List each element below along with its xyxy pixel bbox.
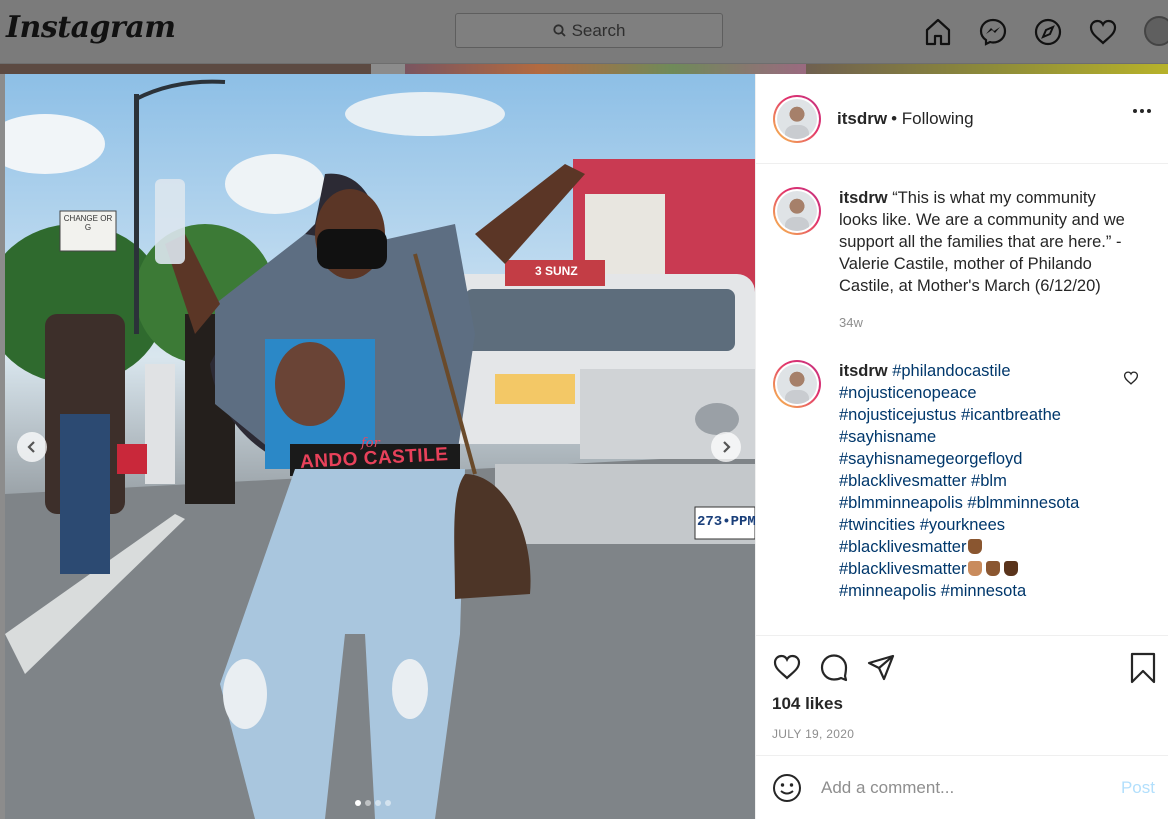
chevron-left-icon [27, 441, 35, 453]
next-photo-button[interactable] [711, 432, 741, 462]
truck-label-text: 3 SUNZ [535, 264, 578, 278]
explore-icon[interactable] [1032, 16, 1064, 48]
fist-emoji [1004, 561, 1019, 576]
comment-input[interactable] [821, 777, 1101, 798]
carousel-dot [385, 800, 391, 806]
comment-item: itsdrw #philandocastile #nojusticenopeac… [756, 360, 1168, 602]
hashtag-line[interactable]: #philandocastile [892, 362, 1010, 380]
comment-form: Post [756, 755, 1168, 819]
author-username[interactable]: itsdrw [837, 109, 887, 129]
caption-age[interactable]: 34w [839, 312, 1129, 334]
hashtag-line[interactable]: #blacklivesmatter [839, 560, 966, 578]
post-modal: CHANGE OR G for ANDO CASTILE 3 SUNZ 273•… [5, 74, 1168, 819]
hashtag-line[interactable]: #blacklivesmatter [839, 538, 966, 556]
comment-avatar[interactable] [773, 360, 821, 408]
license-plate-text: 273•PPM [697, 514, 755, 530]
share-icon[interactable] [866, 652, 896, 682]
author-avatar[interactable] [773, 94, 821, 143]
comments-section[interactable]: itsdrw “This is what my community looks … [756, 165, 1168, 635]
carousel-dot [355, 800, 361, 806]
comment-username[interactable]: itsdrw [839, 362, 888, 380]
hashtag-line[interactable]: #blmminneapolis #blmminnesota [839, 494, 1079, 512]
more-options-icon[interactable] [1132, 108, 1152, 114]
messenger-icon[interactable] [977, 16, 1009, 48]
post-sidebar: itsdrw • Following itsdrw “This is what … [755, 74, 1168, 819]
likes-count[interactable]: 104 likes [772, 694, 843, 714]
carousel-dot [375, 800, 381, 806]
home-icon[interactable] [922, 16, 954, 48]
protest-sign-text: CHANGE OR G [63, 214, 113, 232]
hashtag-line[interactable]: #sayhisname [839, 428, 936, 446]
search-box[interactable]: Search [455, 13, 723, 48]
previous-photo-button[interactable] [17, 432, 47, 462]
comment-like-icon[interactable] [1123, 370, 1139, 386]
hashtag-line[interactable]: #nojusticenopeace [839, 384, 977, 402]
carousel-indicator [355, 800, 395, 806]
search-placeholder: Search [571, 20, 626, 40]
fist-emoji [968, 561, 983, 576]
carousel-dot [365, 800, 371, 806]
feed-thumbnail [806, 64, 1168, 74]
hashtag-line[interactable]: #nojusticejustus #icantbreathe [839, 406, 1061, 424]
caption: itsdrw “This is what my community looks … [756, 187, 1168, 334]
bookmark-icon[interactable] [1129, 652, 1157, 684]
hashtag-line[interactable]: #minneapolis #minnesota [839, 582, 1026, 600]
caption-username[interactable]: itsdrw [839, 189, 888, 207]
fist-emoji [986, 561, 1001, 576]
instagram-logo[interactable]: Instagram [6, 10, 176, 45]
emoji-icon[interactable] [772, 773, 802, 803]
photo-scene [5, 79, 755, 819]
post-header: itsdrw • Following [756, 74, 1168, 164]
feed-thumbnail [0, 64, 371, 74]
top-navigation: Instagram Search [0, 0, 1168, 64]
follow-status[interactable]: • Following [891, 109, 974, 129]
caption-avatar[interactable] [773, 187, 821, 235]
profile-avatar[interactable] [1144, 16, 1168, 46]
heart-icon[interactable] [1087, 16, 1119, 48]
comment-icon[interactable] [819, 652, 849, 682]
hashtag-line[interactable]: #sayhisnamegeorgefloyd [839, 450, 1022, 468]
fist-emoji [968, 539, 983, 554]
post-actions: 104 likes JULY 19, 2020 [756, 635, 1168, 755]
feed-thumbnail [405, 64, 806, 74]
post-photo[interactable]: CHANGE OR G for ANDO CASTILE 3 SUNZ 273•… [5, 74, 755, 819]
hashtag-line[interactable]: #blacklivesmatter #blm [839, 472, 1007, 490]
post-comment-button[interactable]: Post [1121, 778, 1155, 798]
hashtag-line[interactable]: #twincities #yourknees [839, 516, 1005, 534]
like-icon[interactable] [772, 652, 802, 682]
chevron-right-icon [723, 441, 731, 453]
search-icon [552, 24, 566, 37]
post-date[interactable]: JULY 19, 2020 [772, 727, 854, 741]
